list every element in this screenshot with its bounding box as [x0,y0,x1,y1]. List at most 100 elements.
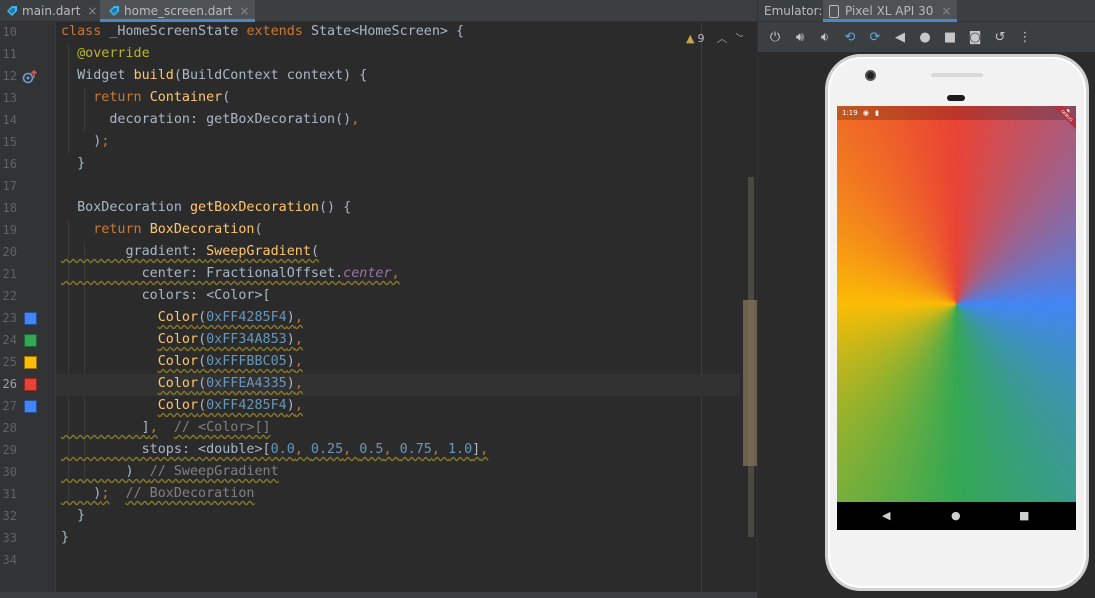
home-icon[interactable]: ● [914,27,936,49]
code-token: @override [77,46,150,61]
code-line[interactable]: 19 return BoxDecoration( [0,220,740,242]
code-line[interactable]: 28 ], // <Color>[] [0,418,740,440]
code-token: stops: <double>[ [61,442,271,457]
snapshot-icon[interactable]: ↺ [989,27,1011,49]
code-line[interactable]: 33} [0,528,740,550]
code-line[interactable]: 12 Widget build(BuildContext context) { [0,66,740,88]
editor-scrollbar[interactable] [743,22,757,598]
code-token: , [294,310,303,325]
code-line[interactable]: 18 BoxDecoration getBoxDecoration() { [0,198,740,220]
code-token: , [480,442,489,457]
code-line[interactable]: 14 decoration: getBoxDecoration(), [0,110,740,132]
code-line[interactable]: 26 Color(0xFFEA4335), [0,374,740,396]
code-editor[interactable]: 10 class _HomeScreenState extends State<H… [0,22,757,598]
front-camera [865,70,876,81]
rotate-right-icon[interactable]: ⟳ [864,27,886,49]
code-line[interactable]: 29 stops: <double>[0.0, 0.25, 0.5, 0.75,… [0,440,740,462]
tab-home-screen-dart-close-icon[interactable]: × [239,4,249,18]
code-token: colors: <Color>[ [61,288,271,303]
code-token: ) [61,134,102,149]
code-token: 1.0 [447,442,473,457]
color-swatch-icon[interactable] [24,334,37,347]
line-number: 29 [2,443,17,457]
code-text: ], // <Color>[] [61,420,271,435]
code-token: Container [149,90,223,105]
code-line[interactable]: 13 return Container( [0,88,740,110]
override-marker-icon[interactable] [22,69,39,85]
code-token: , [294,354,303,369]
notification-icons: ◉ ▮ [862,109,881,117]
code-token: center [343,266,392,281]
phone-frame: 1:19 ◉ ▮ ▼▮ DEBUG ◀ ● ■ [825,54,1089,591]
code-token: ( [198,310,207,325]
tab-main-dart-label: main.dart [22,4,81,18]
tab-main-dart[interactable]: main.dart × [6,0,97,22]
code-token: // SweepGradient [149,464,279,479]
code-line[interactable]: 16 } [0,154,740,176]
code-token: extends [246,24,311,39]
code-token: Color [157,398,199,413]
code-token: , [343,442,360,457]
code-line[interactable]: 25 Color(0xFFFBBC05), [0,352,740,374]
code-token: ( [198,332,207,347]
code-token: 0.0 [270,442,295,457]
screenshot-icon[interactable]: ◙ [964,27,986,49]
volume-up-icon[interactable]: 🔊︎ [789,27,811,49]
code-line[interactable]: 27 Color(0xFF4285F4), [0,396,740,418]
more-icon[interactable]: ⋮ [1014,27,1036,49]
code-line[interactable]: 34 [0,550,740,572]
volume-down-icon[interactable]: 🔉︎ [814,27,836,49]
code-line[interactable]: 10 class _HomeScreenState extends State<H… [0,22,740,44]
tab-pixel-xl-api-30[interactable]: Pixel XL API 30 × [823,0,958,22]
code-token: BoxDecoration [61,200,190,215]
line-number: 21 [2,267,17,281]
code-line[interactable]: 31 ); // BoxDecoration [0,484,740,506]
code-token: , [383,442,400,457]
color-swatch-icon[interactable] [24,356,37,369]
code-text: Color(0xFF4285F4), [61,310,303,325]
code-token: 0xFFEA4335 [206,376,287,391]
code-line[interactable]: 30 ) // SweepGradient [0,462,740,484]
nav-back-icon[interactable]: ◀ [882,509,890,522]
back-icon[interactable]: ◀ [889,27,911,49]
code-text: ) // SweepGradient [61,464,279,479]
code-token: Color [157,310,199,325]
color-swatch-icon[interactable] [24,312,37,325]
code-token: SweepGradient [206,244,311,259]
code-line[interactable]: 11 @override [0,44,740,66]
android-nav-bar: ◀ ● ■ [837,502,1076,530]
power-icon[interactable]: ⏻ [764,27,786,49]
color-swatch-icon[interactable] [24,400,37,413]
inspection-widget[interactable]: ▲ 9 ︿ ﹀ [686,30,746,46]
code-token: BoxDecoration [149,222,255,237]
code-token: } [61,530,70,545]
device-tab-close-icon[interactable]: × [941,4,951,18]
rotate-left-icon[interactable]: ⟲ [839,27,861,49]
chevron-up-icon[interactable]: ︿ [716,30,727,46]
code-token: ; [101,134,110,149]
code-line[interactable]: 20 gradient: SweepGradient( [0,242,740,264]
editor-bottom-bar [0,592,757,598]
code-line[interactable]: 17 [0,176,740,198]
code-line[interactable]: 15 ); [0,132,740,154]
nav-home-icon[interactable]: ● [951,509,961,522]
code-text: @override [61,46,150,61]
code-line[interactable]: 23 Color(0xFF4285F4), [0,308,740,330]
nav-recents-icon[interactable]: ■ [1019,509,1029,522]
code-line[interactable]: 21 center: FractionalOffset.center, [0,264,740,286]
line-number: 34 [2,553,17,567]
code-text: Color(0xFF34A853), [61,332,303,347]
code-line[interactable]: 22 colors: <Color>[ [0,286,740,308]
code-line[interactable]: 24 Color(0xFF34A853), [0,330,740,352]
code-line[interactable]: 32 } [0,506,740,528]
code-token: , [294,376,303,391]
code-token: (BuildContext context) { [173,68,368,83]
code-token: 0.25 [310,442,344,457]
overview-icon[interactable]: ■ [939,27,961,49]
color-swatch-icon[interactable] [24,378,37,391]
tab-home-screen-dart[interactable]: home_screen.dart × [100,0,256,22]
tab-main-dart-close-icon[interactable]: × [87,4,97,18]
phone-screen[interactable]: 1:19 ◉ ▮ ▼▮ DEBUG ◀ ● ■ [837,106,1076,530]
